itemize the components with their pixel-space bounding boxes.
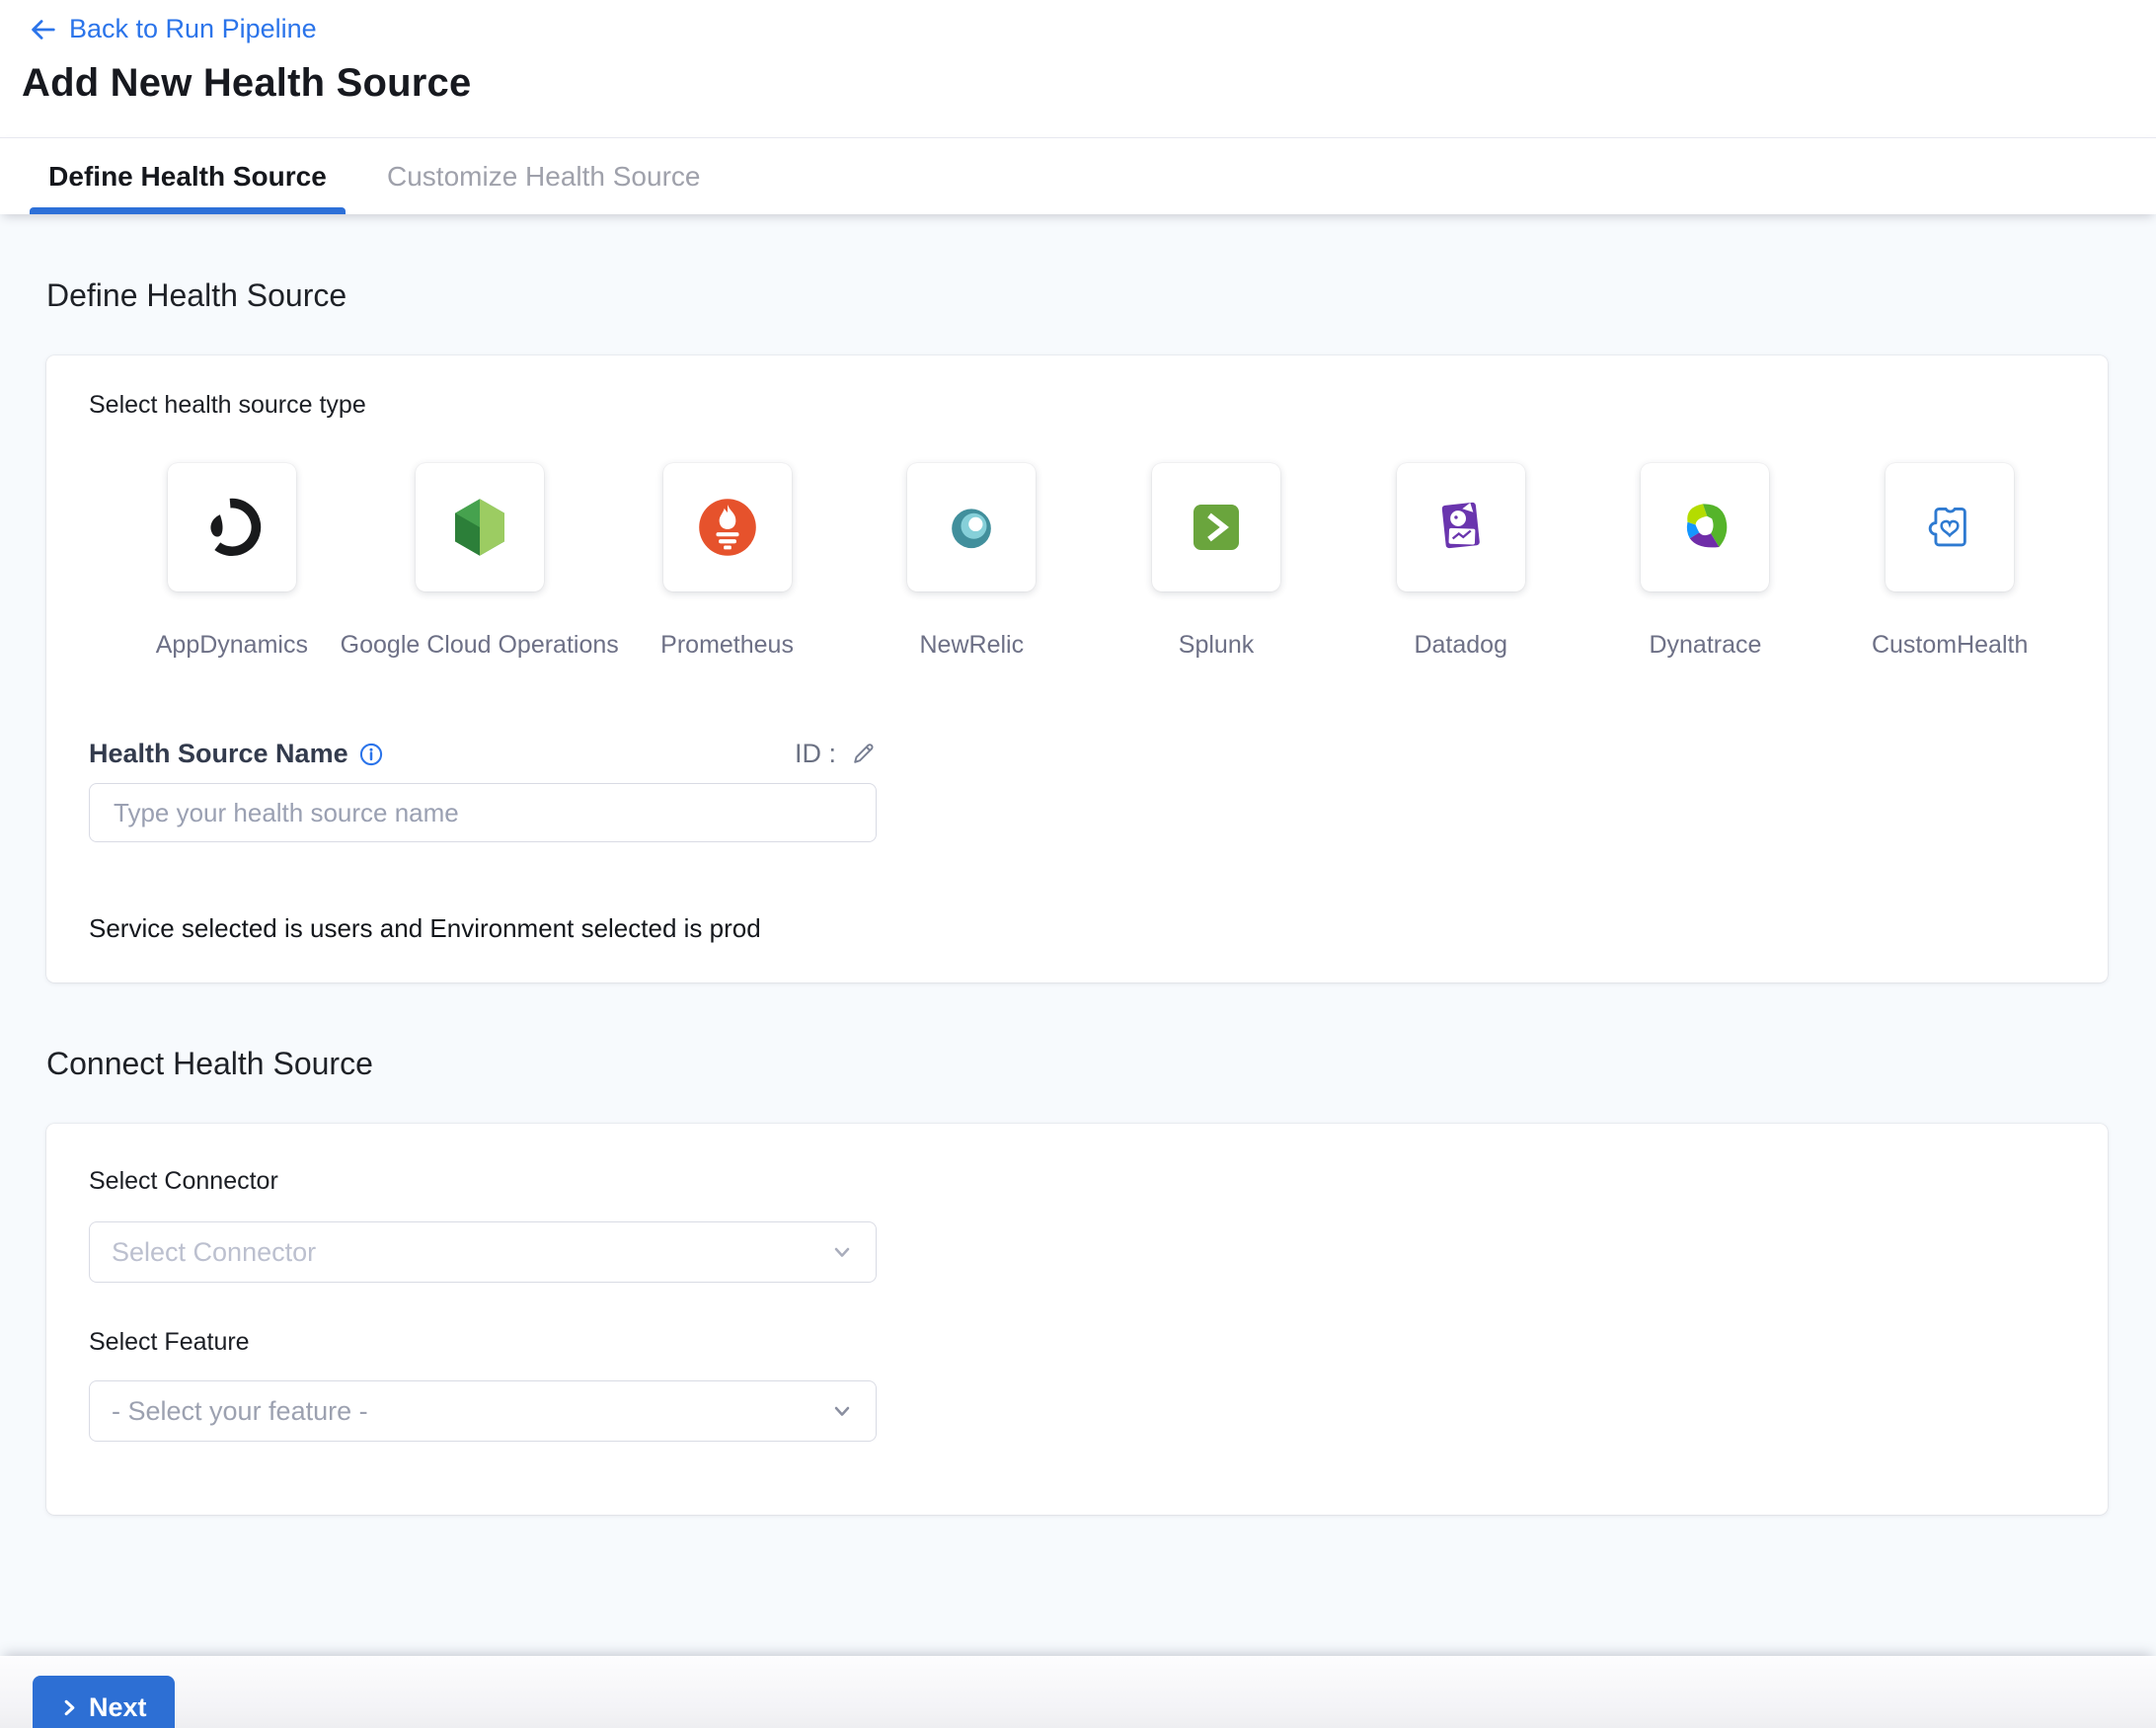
edit-pencil-icon[interactable] [850,741,877,767]
next-button-label: Next [89,1692,147,1723]
page-header: Back to Run Pipeline Add New Health Sour… [0,0,2156,137]
source-type-google-cloud-operations[interactable]: Google Cloud Operations [361,463,598,660]
arrow-left-icon [28,15,57,44]
prometheus-icon [696,496,759,559]
content-area: Define Health Source Select health sourc… [0,214,2156,1656]
health-source-name-label: Health Source Name [89,739,384,769]
select-connector-label: Select Connector [89,1167,2065,1196]
source-type-splunk[interactable]: Splunk [1101,463,1332,660]
health-source-type-row: AppDynamics Google Cloud Operations [116,463,2065,660]
connect-health-source-card: Select Connector Select Connector Select… [46,1124,2108,1515]
datadog-icon [1428,495,1494,560]
select-feature-label: Select Feature [89,1328,2065,1357]
name-field-header: Health Source Name ID : [89,739,877,769]
tab-bar: Define Health Source Customize Health So… [0,137,2156,214]
tab-define-health-source[interactable]: Define Health Source [30,138,346,214]
source-type-dynatrace[interactable]: Dynatrace [1590,463,1821,660]
id-row: ID : [795,739,877,769]
service-environment-text: Service selected is users and Environmen… [89,913,2065,944]
info-icon[interactable] [358,742,384,767]
source-type-prometheus[interactable]: Prometheus [612,463,843,660]
source-type-datadog[interactable]: Datadog [1346,463,1577,660]
source-type-customhealth[interactable]: CustomHealth [1834,463,2065,660]
select-type-label: Select health source type [89,391,366,419]
chevron-down-icon [830,1399,854,1423]
feature-select-value: - Select your feature - [112,1396,368,1427]
google-cloud-operations-icon [448,496,511,559]
source-type-newrelic[interactable]: NewRelic [856,463,1087,660]
connector-select-value: Select Connector [112,1237,316,1268]
chevron-down-icon [830,1240,854,1264]
connector-select[interactable]: Select Connector [89,1221,877,1283]
next-button[interactable]: Next [33,1676,175,1728]
feature-select[interactable]: - Select your feature - [89,1380,877,1442]
chevron-right-icon [60,1698,79,1717]
connect-section-heading: Connect Health Source [46,982,2156,1082]
footer-bar: Next [0,1656,2156,1728]
newrelic-icon [941,497,1002,558]
customhealth-icon [1918,496,1981,559]
define-health-source-card: Select health source type AppDynamics [46,355,2108,982]
page-title: Add New Health Source [22,61,2156,106]
source-type-appdynamics[interactable]: AppDynamics [116,463,347,660]
health-source-name-input[interactable] [89,783,877,842]
back-link[interactable]: Back to Run Pipeline [28,14,317,44]
splunk-icon [1185,496,1248,559]
back-link-label: Back to Run Pipeline [69,14,317,44]
appdynamics-icon [200,496,264,559]
define-section-heading: Define Health Source [46,214,2156,314]
id-label: ID : [795,739,836,769]
dynatrace-icon [1673,496,1736,559]
tab-customize-health-source[interactable]: Customize Health Source [381,138,706,214]
